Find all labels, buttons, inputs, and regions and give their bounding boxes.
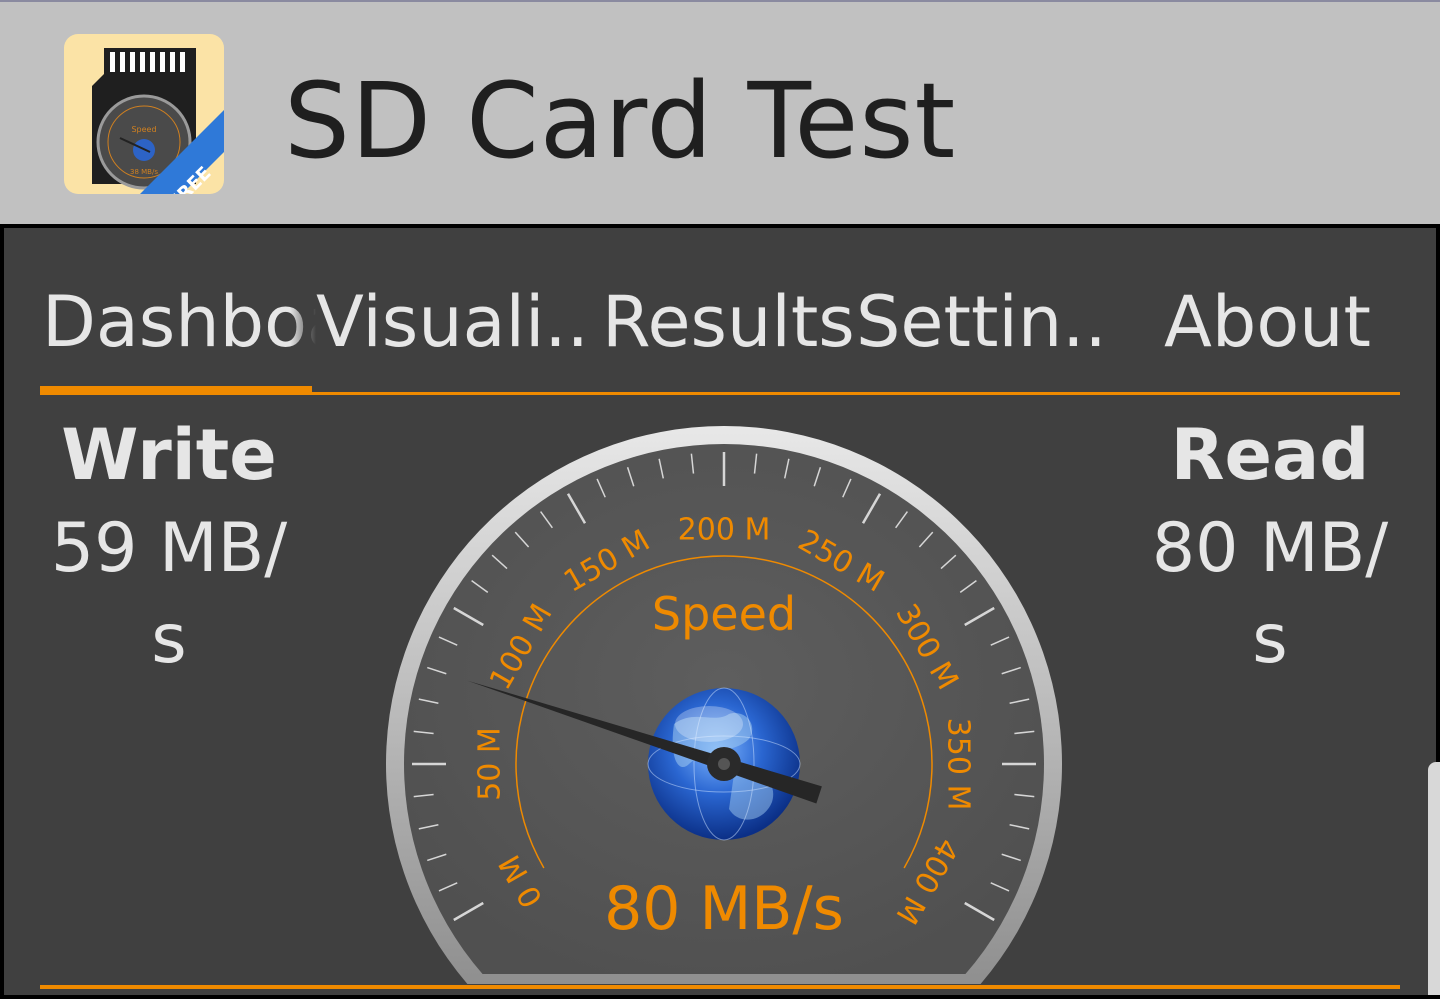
icon-value-label: 38 MB/s [130, 168, 158, 176]
icon-speed-label: Speed [131, 125, 156, 134]
tab-about[interactable]: About [1164, 280, 1371, 364]
write-label: Write [61, 414, 277, 496]
tab-dashboard[interactable]: Dashboard [42, 280, 316, 364]
tab-visualization[interactable]: Visuali.. [316, 280, 589, 364]
gauge-scale-label: 350 M [941, 718, 976, 811]
write-value-line2: s [151, 600, 187, 680]
write-stat: Write 59 MB/ s [34, 408, 304, 686]
read-value-line1: 80 MB/ [1151, 508, 1389, 588]
tab-bar: Dashboard Visuali.. Results Settin.. Abo… [4, 228, 1436, 398]
tab-dashboard-label: Dashboard [42, 281, 316, 363]
speed-gauge: 0 M 50 M 100 M 150 M 200 M 250 M 300 M 350 M 400… [384, 424, 1064, 995]
gauge-scale-label: 200 M [678, 513, 771, 548]
app-bar: Speed 38 MB/s FREE SD Card Test [0, 0, 1440, 224]
tab-results[interactable]: Results [602, 280, 855, 364]
read-stat: Read 80 MB/ s [1130, 408, 1410, 686]
gauge-scale-label: 50 M [473, 727, 508, 801]
main-panel: Dashboard Visuali.. Results Settin.. Abo… [4, 228, 1440, 995]
read-label: Read [1170, 414, 1370, 496]
gauge-speed-label: Speed [652, 587, 796, 641]
app-title: SD Card Test [284, 60, 957, 182]
sd-card-speed-icon[interactable]: Speed 38 MB/s FREE [64, 34, 224, 194]
gauge-value-text: 80 MB/s [604, 874, 844, 944]
active-tab-indicator [40, 386, 312, 395]
tab-settings[interactable]: Settin.. [856, 280, 1107, 364]
read-value-line2: s [1252, 600, 1288, 680]
scroll-handle[interactable] [1428, 762, 1440, 995]
write-value-line1: 59 MB/ [50, 508, 288, 588]
bottom-divider [40, 985, 1400, 989]
